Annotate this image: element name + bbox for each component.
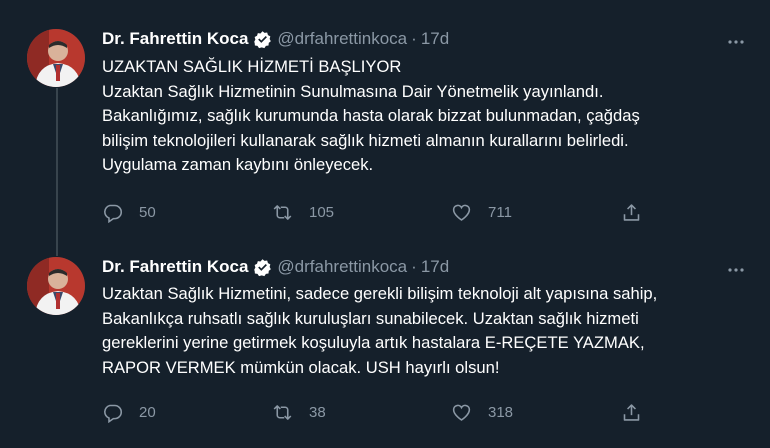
thread-connector-line [56,88,58,256]
tweet-header: Dr. Fahrettin Koca @drfahrettinkoca · 17… [102,28,449,50]
avatar[interactable] [27,257,85,315]
tweet-header: Dr. Fahrettin Koca @drfahrettinkoca · 17… [102,256,449,278]
reply-button[interactable]: 20 [102,398,156,426]
tweet-actions: 50 105 711 [102,198,662,226]
tweet-timestamp[interactable]: 17d [421,257,449,277]
like-button[interactable]: 711 [451,198,512,226]
heart-icon [452,204,471,221]
retweet-icon [273,204,292,220]
like-count: 711 [488,203,512,221]
reply-count: 50 [139,203,156,221]
tweet-timestamp[interactable]: 17d [421,29,449,49]
verified-badge-icon [253,258,272,277]
author-handle[interactable]: @drfahrettinkoca [277,257,407,277]
reply-icon [104,204,123,223]
retweet-count: 105 [309,203,335,221]
author-name[interactable]: Dr. Fahrettin Koca [102,29,248,49]
tweet-text-line: gereklerini yerine getirmek koşuluyla ar… [102,333,645,352]
share-icon [623,403,640,421]
retweet-button[interactable]: 105 [272,198,334,226]
more-dots-icon[interactable] [726,32,746,52]
verified-badge-icon [253,30,272,49]
tweet-text-line: Uzaktan Sağlık Hizmetinin Sunulmasına Da… [102,81,604,101]
retweet-count: 38 [309,403,326,421]
tweet-text-line: Uzaktan Sağlık Hizmetini, sadece gerekli… [102,284,658,303]
like-button[interactable]: 318 [451,398,513,426]
separator-dot: · [411,29,417,48]
avatar[interactable] [27,29,85,87]
tweet-text: UZAKTAN SAĞLIK HİZMETİ BAŞLIYOR Uzaktan … [102,55,742,178]
reply-count: 20 [139,403,156,421]
separator-dot: · [411,257,417,276]
tweet-text-line: UZAKTAN SAĞLIK HİZMETİ BAŞLIYOR [102,57,402,76]
tweet-actions: 20 38 318 [102,398,662,426]
tweet-text-line: Bakanlığımız, sağlık kurumunda hasta ola… [102,106,640,125]
author-handle[interactable]: @drfahrettinkoca [277,29,407,49]
tweet-2[interactable]: Dr. Fahrettin Koca @drfahrettinkoca · 17… [0,248,770,448]
author-name[interactable]: Dr. Fahrettin Koca [102,257,248,277]
share-button[interactable] [621,398,642,426]
retweet-icon [273,404,292,420]
tweet-text: Uzaktan Sağlık Hizmetini, sadece gerekli… [102,282,742,380]
share-icon [623,203,640,221]
reply-button[interactable]: 50 [102,198,156,226]
tweet-text-line: Uygulama zaman kaybını önleyecek. [102,155,374,174]
share-button[interactable] [621,198,642,226]
heart-icon [452,404,471,421]
tweet-text-line: Bakanlıkça ruhsatlı sağlık kuruluşları s… [102,308,639,328]
retweet-button[interactable]: 38 [272,398,326,426]
more-dots-icon[interactable] [726,260,746,280]
tweet-text-line: bilişim teknolojileri kullanarak sağlık … [102,130,629,150]
tweet-text-line: RAPOR VERMEK mümkün olacak. USH hayırlı … [102,357,500,377]
tweet-1[interactable]: Dr. Fahrettin Koca @drfahrettinkoca · 17… [0,0,770,256]
reply-icon [104,404,123,423]
like-count: 318 [488,403,514,421]
